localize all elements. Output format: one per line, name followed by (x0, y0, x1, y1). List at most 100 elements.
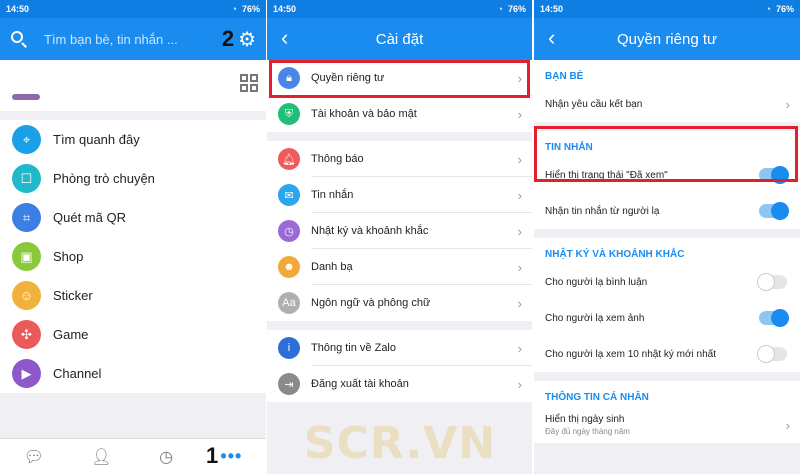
back-arrow-icon[interactable]: ‹ (548, 27, 555, 49)
privacy-item[interactable]: Cho người lạ xem 10 nhật ký mới nhất (534, 336, 800, 372)
section-heading: BẠN BÈ (534, 60, 800, 86)
feature-item[interactable]: ☺ Sticker (0, 276, 266, 315)
status-time: 14:50 (6, 4, 30, 14)
settings-item-label: Nhật ký và khoảnh khắc (311, 225, 429, 237)
bell-icon: 🔔︎ (278, 148, 300, 170)
shop-bag-icon: ▣ (12, 242, 41, 271)
settings-list: 🔒︎ Quyền riêng tư › ⛨ Tài khoản và bảo m… (267, 60, 532, 402)
status-battery: 76% (507, 4, 526, 14)
search-input[interactable]: Tìm bạn bè, tin nhắn ... (44, 32, 222, 47)
privacy-item[interactable]: Cho người lạ xem ảnh (534, 300, 800, 336)
gear-icon[interactable]: ⚙ (238, 27, 256, 52)
chevron-right-icon: › (785, 97, 790, 112)
status-time: 14:50 (540, 4, 564, 14)
toggle-switch[interactable] (759, 309, 789, 327)
highlight-privacy (269, 60, 530, 98)
feature-item-label: Sticker (53, 288, 93, 303)
feature-item-label: Tìm quanh đây (53, 132, 140, 147)
settings-item[interactable]: Aa Ngôn ngữ và phông chữ › (267, 285, 532, 321)
chevron-right-icon: › (517, 188, 522, 203)
toggle-switch[interactable] (757, 345, 787, 363)
chevron-right-icon: › (517, 260, 522, 275)
feature-item[interactable]: ☐ Phòng trò chuyện (0, 159, 266, 198)
feature-item[interactable]: ✣ Game (0, 315, 266, 354)
privacy-header: ‹ Quyền riêng tư (534, 18, 800, 60)
shield-icon: ⛨ (278, 103, 300, 125)
wifi-icon: ◔ (231, 4, 237, 14)
chevron-right-icon: › (517, 107, 522, 122)
section-heading: NHẬT KÝ VÀ KHOẢNH KHẮC (534, 238, 800, 264)
settings-panel: 14:50 ◔ 76% ‹ Cài đặt 🔒︎ Quyền riêng tư ›… (267, 0, 532, 474)
settings-group: 🔔︎ Thông báo › ✉ Tin nhắn › ◷ Nhật ký và… (267, 141, 532, 321)
feature-item-label: Shop (53, 249, 84, 264)
privacy-item[interactable]: Nhận yêu cầu kết bạn › (534, 86, 800, 122)
settings-header: ‹ Cài đặt (267, 18, 532, 60)
section-heading: THÔNG TIN CÁ NHÂN (534, 381, 800, 407)
chevron-right-icon: › (517, 152, 522, 167)
settings-item-label: Danh bạ (311, 261, 353, 273)
settings-item[interactable]: 🔔︎ Thông báo › (267, 141, 532, 177)
font-icon: Aa (278, 292, 300, 314)
settings-group: i Thông tin về Zalo › ⇥ Đăng xuất tài kh… (267, 330, 532, 402)
settings-item-label: Thông báo (311, 153, 364, 165)
status-time: 14:50 (273, 4, 297, 14)
privacy-item-label: Nhận yêu cầu kết bạn (545, 98, 643, 110)
settings-item-label: Đăng xuất tài khoản (311, 378, 409, 390)
feature-item[interactable]: ⌖ Tìm quanh đây (0, 120, 266, 159)
home-panel: 14:50 ◔ 76% Tìm bạn bè, tin nhắn ... 2 ⚙ … (0, 0, 266, 474)
settings-item[interactable]: ✉ Tin nhắn › (267, 177, 532, 213)
chevron-right-icon: › (517, 377, 522, 392)
settings-item[interactable]: ☻ Danh bạ › (267, 249, 532, 285)
privacy-item-label: Nhận tin nhắn từ người lạ (545, 205, 660, 217)
settings-item-label: Thông tin về Zalo (311, 342, 396, 354)
feature-item-label: Channel (53, 366, 102, 381)
settings-item-label: Tin nhắn (311, 189, 354, 201)
search-icon[interactable] (10, 30, 28, 48)
privacy-item-label: Cho người lạ xem 10 nhật ký mới nhất (545, 348, 717, 360)
back-arrow-icon[interactable]: ‹ (281, 27, 288, 49)
status-battery: 76% (241, 4, 260, 14)
chevron-right-icon: › (517, 224, 522, 239)
toggle-switch[interactable] (757, 273, 787, 291)
privacy-panel: 14:50 ◔ 76% ‹ Quyền riêng tư BẠN BÈ Nhận y… (534, 0, 800, 474)
privacy-item[interactable]: Nhận tin nhắn từ người lạ (534, 193, 800, 229)
status-bar: 14:50 ◔ 76% (534, 0, 800, 18)
wifi-icon: ◔ (765, 4, 771, 14)
watermark: SCR.VN (303, 418, 497, 469)
location-pin-icon: ⌖ (12, 125, 41, 154)
settings-item[interactable]: ⛨ Tài khoản và bảo mật › (267, 96, 532, 132)
feature-item-label: Game (53, 327, 89, 342)
chat-room-icon: ☐ (12, 164, 41, 193)
privacy-item-label: Cho người lạ xem ảnh (545, 312, 645, 324)
step-number-2: 2 (221, 26, 235, 51)
sticker-icon: ☺ (12, 281, 41, 310)
clock-icon: ◷ (278, 220, 300, 242)
page-title: Cài đặt (375, 30, 424, 48)
settings-item-label: Tài khoản và bảo mật (311, 108, 417, 120)
game-icon: ✣ (12, 320, 41, 349)
feature-item[interactable]: ⌗ Quét mã QR (0, 198, 266, 237)
settings-item[interactable]: ⇥ Đăng xuất tài khoản › (267, 366, 532, 402)
settings-item[interactable]: i Thông tin về Zalo › (267, 330, 532, 366)
page-title: Quyền riêng tư (616, 30, 718, 48)
search-bar: Tìm bạn bè, tin nhắn ... 2 ⚙ (0, 18, 266, 60)
toggle-switch[interactable] (759, 202, 789, 220)
feature-item[interactable]: ▶ Channel (0, 354, 266, 393)
status-bar: 14:50 ◔ 76% (0, 0, 266, 18)
profile-row[interactable] (0, 60, 266, 111)
message-icon: ✉ (278, 184, 300, 206)
privacy-item[interactable]: Cho người lạ bình luận (534, 264, 800, 300)
channel-icon: ▶ (12, 359, 41, 388)
logout-icon: ⇥ (278, 373, 300, 395)
settings-item[interactable]: ◷ Nhật ký và khoảnh khắc › (267, 213, 532, 249)
feature-item[interactable]: ▣ Shop (0, 237, 266, 276)
chevron-right-icon: › (517, 341, 522, 356)
privacy-list: BẠN BÈ Nhận yêu cầu kết bạn › TIN NHẮN Hiển … (534, 60, 800, 443)
contacts-icon: ☻ (278, 256, 300, 278)
qr-code-icon[interactable] (240, 74, 258, 92)
privacy-item-label: Cho người lạ bình luận (545, 276, 648, 288)
status-bar: 14:50 ◔ 76% (267, 0, 532, 18)
status-battery: 76% (775, 4, 794, 14)
avatar (12, 94, 40, 100)
feature-item-label: Quét mã QR (53, 210, 126, 225)
